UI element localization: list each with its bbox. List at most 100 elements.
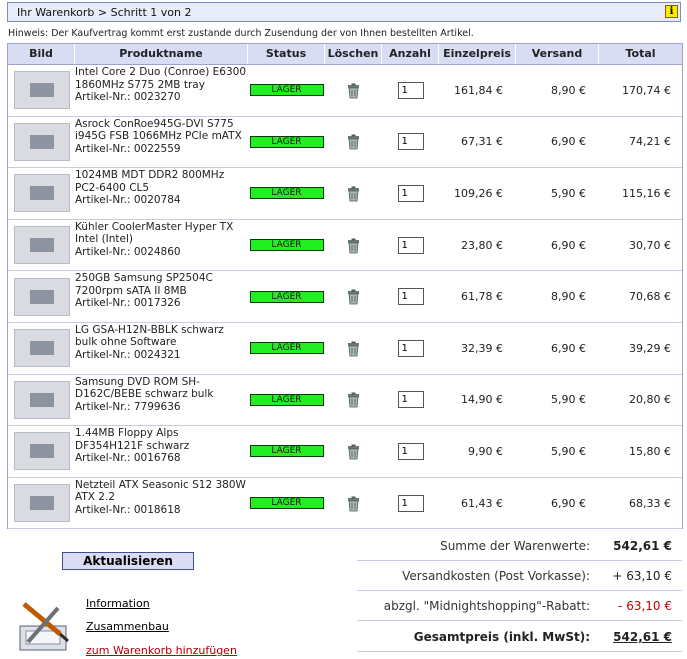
unit-price: 23,80 € [461, 238, 503, 252]
column-header: Anzahl [382, 44, 439, 64]
product-name[interactable]: 250GB Samsung SP2504C 7200rpm sATA II 8M… [75, 272, 248, 297]
product-thumbnail[interactable] [13, 122, 70, 161]
trash-icon[interactable] [346, 340, 361, 357]
quantity-input[interactable] [397, 184, 424, 202]
column-header: Einzelpreis [439, 44, 516, 64]
quantity-input[interactable] [397, 81, 424, 99]
shipping-cost: 6,90 € [551, 135, 586, 149]
shipping-cost: 5,90 € [551, 393, 586, 407]
quantity-input[interactable] [397, 236, 424, 254]
unit-price: 109,26 € [454, 186, 503, 200]
unit-price: 32,39 € [461, 341, 503, 355]
subtotal-label: Summe der Warenwerte: [440, 539, 590, 553]
product-thumbnail[interactable] [13, 329, 70, 368]
quantity-input[interactable] [397, 133, 424, 151]
column-header: Bild [8, 44, 75, 64]
product-thumbnail[interactable] [13, 71, 70, 110]
shipping-label: Versandkosten (Post Vorkasse): [402, 569, 590, 583]
unit-price: 14,90 € [461, 393, 503, 407]
shipping-cost: 5,90 € [551, 444, 586, 458]
status-badge: LAGER [249, 393, 324, 406]
product-thumbnail[interactable] [13, 432, 70, 471]
grand-total-row: Gesamtpreis (inkl. MwSt): 542,61 € [357, 622, 682, 652]
product-name[interactable]: Asrock ConRoe945G-DVI S775 i945G FSB 106… [75, 118, 248, 143]
product-thumbnail[interactable] [13, 277, 70, 316]
quantity-input[interactable] [397, 339, 424, 357]
discount-row: abzgl. "Midnightshopping"-Rabatt: - 63,1… [357, 591, 682, 621]
trash-icon[interactable] [346, 443, 361, 460]
trash-icon[interactable] [346, 288, 361, 305]
status-badge: LAGER [249, 445, 324, 458]
quantity-input[interactable] [397, 391, 424, 409]
quantity-input[interactable] [397, 288, 424, 306]
grand-total-value: 542,61 € [613, 630, 672, 644]
information-link[interactable]: Information [86, 597, 150, 610]
table-row: Intel Core 2 Duo (Conroe) E6300 1860MHz … [8, 65, 682, 117]
table-row: LG GSA-H12N-BBLK schwarz bulk ohne Softw… [8, 323, 682, 375]
unit-price: 161,84 € [454, 83, 503, 97]
table-row: Asrock ConRoe945G-DVI S775 i945G FSB 106… [8, 117, 682, 169]
trash-icon[interactable] [346, 133, 361, 150]
column-header: Status [248, 44, 325, 64]
product-name[interactable]: Samsung DVD ROM SH-D162C/BEBE schwarz bu… [75, 376, 248, 401]
column-header: Versand [516, 44, 599, 64]
line-total: 68,33 € [629, 496, 671, 510]
trash-icon[interactable] [346, 237, 361, 254]
article-number: Artikel-Nr.: 7799636 [75, 400, 181, 413]
column-header: Total [625, 47, 656, 60]
product-name[interactable]: 1024MB MDT DDR2 800MHz PC2-6400 CL5 [75, 169, 248, 194]
product-thumbnail[interactable] [13, 174, 70, 213]
article-number: Artikel-Nr.: 0017326 [75, 297, 181, 310]
product-name[interactable]: LG GSA-H12N-BBLK schwarz bulk ohne Softw… [75, 324, 248, 349]
shipping-cost: 8,90 € [551, 83, 586, 97]
update-button[interactable]: Aktualisieren [62, 552, 194, 570]
shipping-cost: 5,90 € [551, 186, 586, 200]
add-to-cart-link[interactable]: zum Warenkorb hinzufügen [86, 644, 237, 657]
line-total: 74,21 € [629, 135, 671, 149]
trash-icon[interactable] [346, 495, 361, 512]
status-badge: LAGER [249, 497, 324, 510]
table-row: 1024MB MDT DDR2 800MHz PC2-6400 CL5 Arti… [8, 168, 682, 220]
product-name[interactable]: Kühler CoolerMaster Hyper TX Intel (Inte… [75, 221, 248, 246]
trash-icon[interactable] [346, 391, 361, 408]
shipping-value: + 63,10 € [612, 569, 672, 583]
trash-icon[interactable] [346, 185, 361, 202]
status-badge: LAGER [249, 290, 324, 303]
product-thumbnail[interactable] [13, 484, 70, 523]
article-number: Artikel-Nr.: 0024321 [75, 348, 181, 361]
product-name[interactable]: Netzteil ATX Seasonic S12 380W ATX 2.2 [75, 479, 248, 504]
info-icon[interactable]: i [665, 5, 678, 18]
product-name[interactable]: Intel Core 2 Duo (Conroe) E6300 1860MHz … [75, 66, 248, 91]
line-total: 15,80 € [629, 444, 671, 458]
tools-icon [19, 602, 69, 651]
breadcrumb: Ihr Warenkorb > Schritt 1 von 2 [17, 6, 192, 19]
table-row: 1.44MB Floppy Alps DF354H121F schwarz Ar… [8, 426, 682, 478]
hint-text: Hinweis: Der Kaufvertrag kommt erst zust… [8, 28, 474, 39]
article-number: Artikel-Nr.: 0023270 [75, 91, 181, 103]
table-header: Bild Produktname Status Löschen Anzahl E… [8, 44, 682, 65]
assembly-link[interactable]: Zusammenbau [86, 620, 169, 633]
table-body: Intel Core 2 Duo (Conroe) E6300 1860MHz … [8, 65, 682, 530]
status-badge: LAGER [249, 135, 324, 148]
shipping-row: Versandkosten (Post Vorkasse): + 63,10 € [357, 561, 682, 591]
cart-table: Bild Produktname Status Löschen Anzahl E… [7, 43, 683, 530]
table-row: Samsung DVD ROM SH-D162C/BEBE schwarz bu… [8, 375, 682, 427]
product-name[interactable]: 1.44MB Floppy Alps DF354H121F schwarz [75, 427, 248, 452]
column-header: Löschen [325, 44, 382, 64]
quantity-input[interactable] [397, 442, 424, 460]
product-thumbnail[interactable] [13, 226, 70, 265]
status-badge: LAGER [249, 239, 324, 252]
table-row: Kühler CoolerMaster Hyper TX Intel (Inte… [8, 220, 682, 272]
line-total: 115,16 € [622, 186, 671, 200]
unit-price: 61,78 € [461, 290, 503, 304]
article-number: Artikel-Nr.: 0022559 [75, 142, 181, 155]
trash-icon[interactable] [346, 82, 361, 99]
quantity-input[interactable] [397, 494, 424, 512]
grand-total-label: Gesamtpreis (inkl. MwSt): [413, 630, 590, 644]
product-thumbnail[interactable] [13, 380, 70, 419]
status-badge: LAGER [249, 342, 324, 355]
line-total: 20,80 € [629, 393, 671, 407]
article-number: Artikel-Nr.: 0024860 [75, 245, 181, 258]
line-total: 30,70 € [629, 238, 671, 252]
cart-footer: Aktualisieren Information Zusammenbau zu… [0, 530, 687, 659]
